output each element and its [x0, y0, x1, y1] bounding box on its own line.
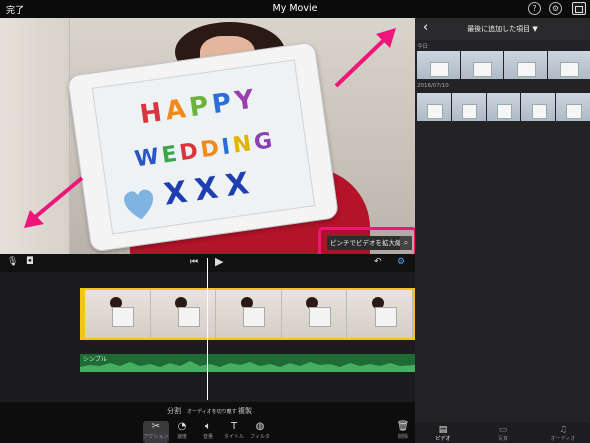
- split-button[interactable]: 分割: [167, 406, 181, 416]
- expand-arrow-top-right: [334, 28, 396, 88]
- section-today: 今日: [417, 44, 429, 50]
- media-thumbnail[interactable]: [417, 93, 451, 121]
- media-thumbnail[interactable]: [486, 93, 521, 121]
- duplicate-button[interactable]: 複製: [238, 406, 252, 416]
- title-icon: T: [230, 421, 238, 432]
- media-browser-icon[interactable]: [572, 2, 586, 15]
- media-panel: ‹ 最後に追加した項目 ▼ 今日 2016/07/10 ▤ ビデオ ▭ 写真 ♫…: [415, 18, 590, 443]
- play-icon[interactable]: ▶: [215, 255, 223, 268]
- album-selector[interactable]: 最後に追加した項目 ▼: [415, 24, 590, 34]
- media-strip-date[interactable]: [417, 93, 590, 121]
- tablet: HAPPY WEDDING XXX: [66, 41, 340, 253]
- undo-icon[interactable]: ↶: [374, 257, 382, 267]
- tool-volume[interactable]: 🔈︎ 音量: [195, 421, 221, 440]
- magnifier-icon[interactable]: ⌕: [400, 236, 412, 250]
- media-thumbnail[interactable]: [556, 93, 590, 121]
- media-thumbnail[interactable]: [460, 51, 503, 79]
- inspector-toolbar: ✂ アクション ◔ 速度 🔈︎ 音量 T タイトル ◍ フィルタ 🗑︎ 削除: [0, 420, 415, 443]
- media-thumbnail[interactable]: [417, 51, 460, 79]
- media-panel-header: ‹ 最後に追加した項目 ▼: [415, 18, 590, 40]
- detach-audio-button[interactable]: オーディオを切り離す: [187, 408, 237, 415]
- tab-video[interactable]: ▤ ビデオ: [423, 425, 463, 442]
- media-tabs: ▤ ビデオ ▭ 写真 ♫ オーディオ: [415, 423, 590, 443]
- clip-frame: [216, 290, 282, 338]
- microphone-icon[interactable]: 🎙︎: [7, 257, 18, 267]
- video-preview[interactable]: HAPPY WEDDING XXX: [0, 18, 415, 254]
- tool-filter[interactable]: ◍ フィルタ: [247, 421, 273, 440]
- photo-icon: ▭: [498, 425, 508, 435]
- clip-frame: [347, 290, 413, 338]
- video-clip[interactable]: [80, 288, 415, 340]
- tab-photo[interactable]: ▭ 写真: [483, 425, 523, 442]
- settings-icon[interactable]: ⚙: [549, 2, 562, 15]
- tab-audio[interactable]: ♫ オーディオ: [543, 425, 583, 442]
- audio-icon: ♫: [558, 425, 568, 435]
- tool-title[interactable]: T タイトル: [221, 421, 247, 440]
- delete-button[interactable]: 🗑︎ 削除: [390, 421, 416, 440]
- help-icon[interactable]: ?: [528, 2, 541, 15]
- expand-arrow-bottom-left: [24, 176, 84, 228]
- media-thumbnail[interactable]: [521, 93, 556, 121]
- volume-icon: 🔈︎: [205, 421, 211, 432]
- clip-frame: [281, 290, 348, 338]
- clip-frame: [85, 290, 151, 338]
- scissors-icon: ✂: [151, 421, 161, 432]
- section-date: 2016/07/10: [417, 83, 449, 89]
- project-settings-icon[interactable]: ⚙: [397, 257, 405, 267]
- filter-icon: ◍: [255, 421, 265, 432]
- edit-actions: 分割 オーディオを切り離す 複製: [0, 402, 415, 420]
- trash-icon: 🗑︎: [396, 421, 410, 432]
- media-thumbnail[interactable]: [504, 51, 547, 79]
- video-icon: ▤: [438, 425, 448, 435]
- audio-track[interactable]: シンプル: [80, 354, 415, 372]
- project-title: My Movie: [272, 3, 318, 14]
- pinch-zoom-hint-text: ピンチでビデオを拡大縮小: [327, 236, 409, 250]
- media-thumbnail[interactable]: [547, 51, 590, 79]
- top-bar: 完了 My Movie ? ⚙: [0, 0, 590, 18]
- speed-icon: ◔: [177, 421, 187, 432]
- skip-to-start-icon[interactable]: ⏮︎: [190, 257, 198, 267]
- media-strip-today[interactable]: [417, 51, 590, 79]
- media-thumbnail[interactable]: [451, 93, 486, 121]
- playhead[interactable]: [207, 258, 208, 400]
- tool-speed[interactable]: ◔ 速度: [169, 421, 195, 440]
- camera-icon[interactable]: ◘: [26, 256, 34, 267]
- tool-actions[interactable]: ✂ アクション: [143, 421, 169, 443]
- tablet-screen: HAPPY WEDDING XXX: [91, 59, 316, 235]
- audio-waveform: [80, 361, 415, 372]
